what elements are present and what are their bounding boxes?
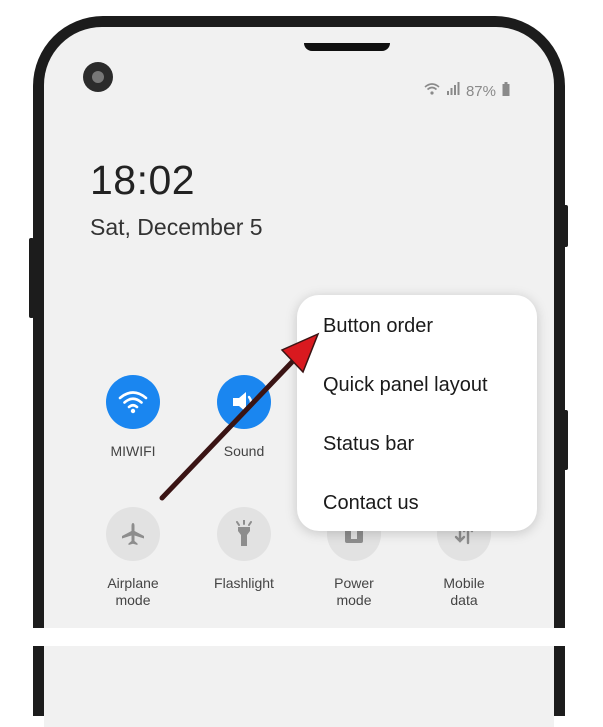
tile-wifi-label: MIWIFI (110, 443, 156, 459)
wifi-status-icon (424, 82, 440, 100)
bixby-button (563, 410, 568, 470)
lockscreen-time: 18:02 (90, 157, 196, 203)
sound-icon (217, 375, 271, 429)
wifi-icon (106, 375, 160, 429)
speaker-notch (304, 43, 390, 51)
status-bar: 87% (424, 82, 510, 100)
menu-item-quick-panel-layout[interactable]: Quick panel layout (323, 374, 488, 397)
bottom-crop (0, 628, 603, 646)
volume-button (29, 238, 34, 318)
menu-item-button-order[interactable]: Button order (323, 315, 433, 338)
tile-sound[interactable]: Sound (189, 375, 299, 460)
menu-item-contact-us[interactable]: Contact us (323, 492, 419, 515)
lockscreen-date: Sat, December 5 (90, 214, 263, 240)
tile-mobile-data-label: Mobile data (443, 575, 485, 608)
flashlight-icon (217, 507, 271, 561)
tile-flashlight[interactable]: Flashlight (189, 507, 299, 592)
menu-item-status-bar[interactable]: Status bar (323, 433, 414, 456)
signal-icon (446, 82, 460, 100)
battery-icon (502, 82, 510, 100)
tile-airplane-label: Airplane mode (107, 575, 159, 608)
tile-airplane[interactable]: Airplane mode (78, 507, 188, 609)
airplane-icon (106, 507, 160, 561)
front-camera-icon (83, 62, 113, 92)
battery-percent: 87% (465, 82, 496, 100)
power-button (563, 205, 568, 247)
phone-screen: 87% 18:02 Sat, December 5 MIWIFI Sound A… (44, 27, 554, 727)
tile-sound-label: Sound (223, 443, 265, 459)
tile-flashlight-label: Flashlight (214, 575, 274, 591)
tile-power-mode-label: Power mode (334, 575, 374, 608)
tile-wifi[interactable]: MIWIFI (78, 375, 188, 460)
quick-panel-menu: Button order Quick panel layout Status b… (297, 295, 537, 531)
